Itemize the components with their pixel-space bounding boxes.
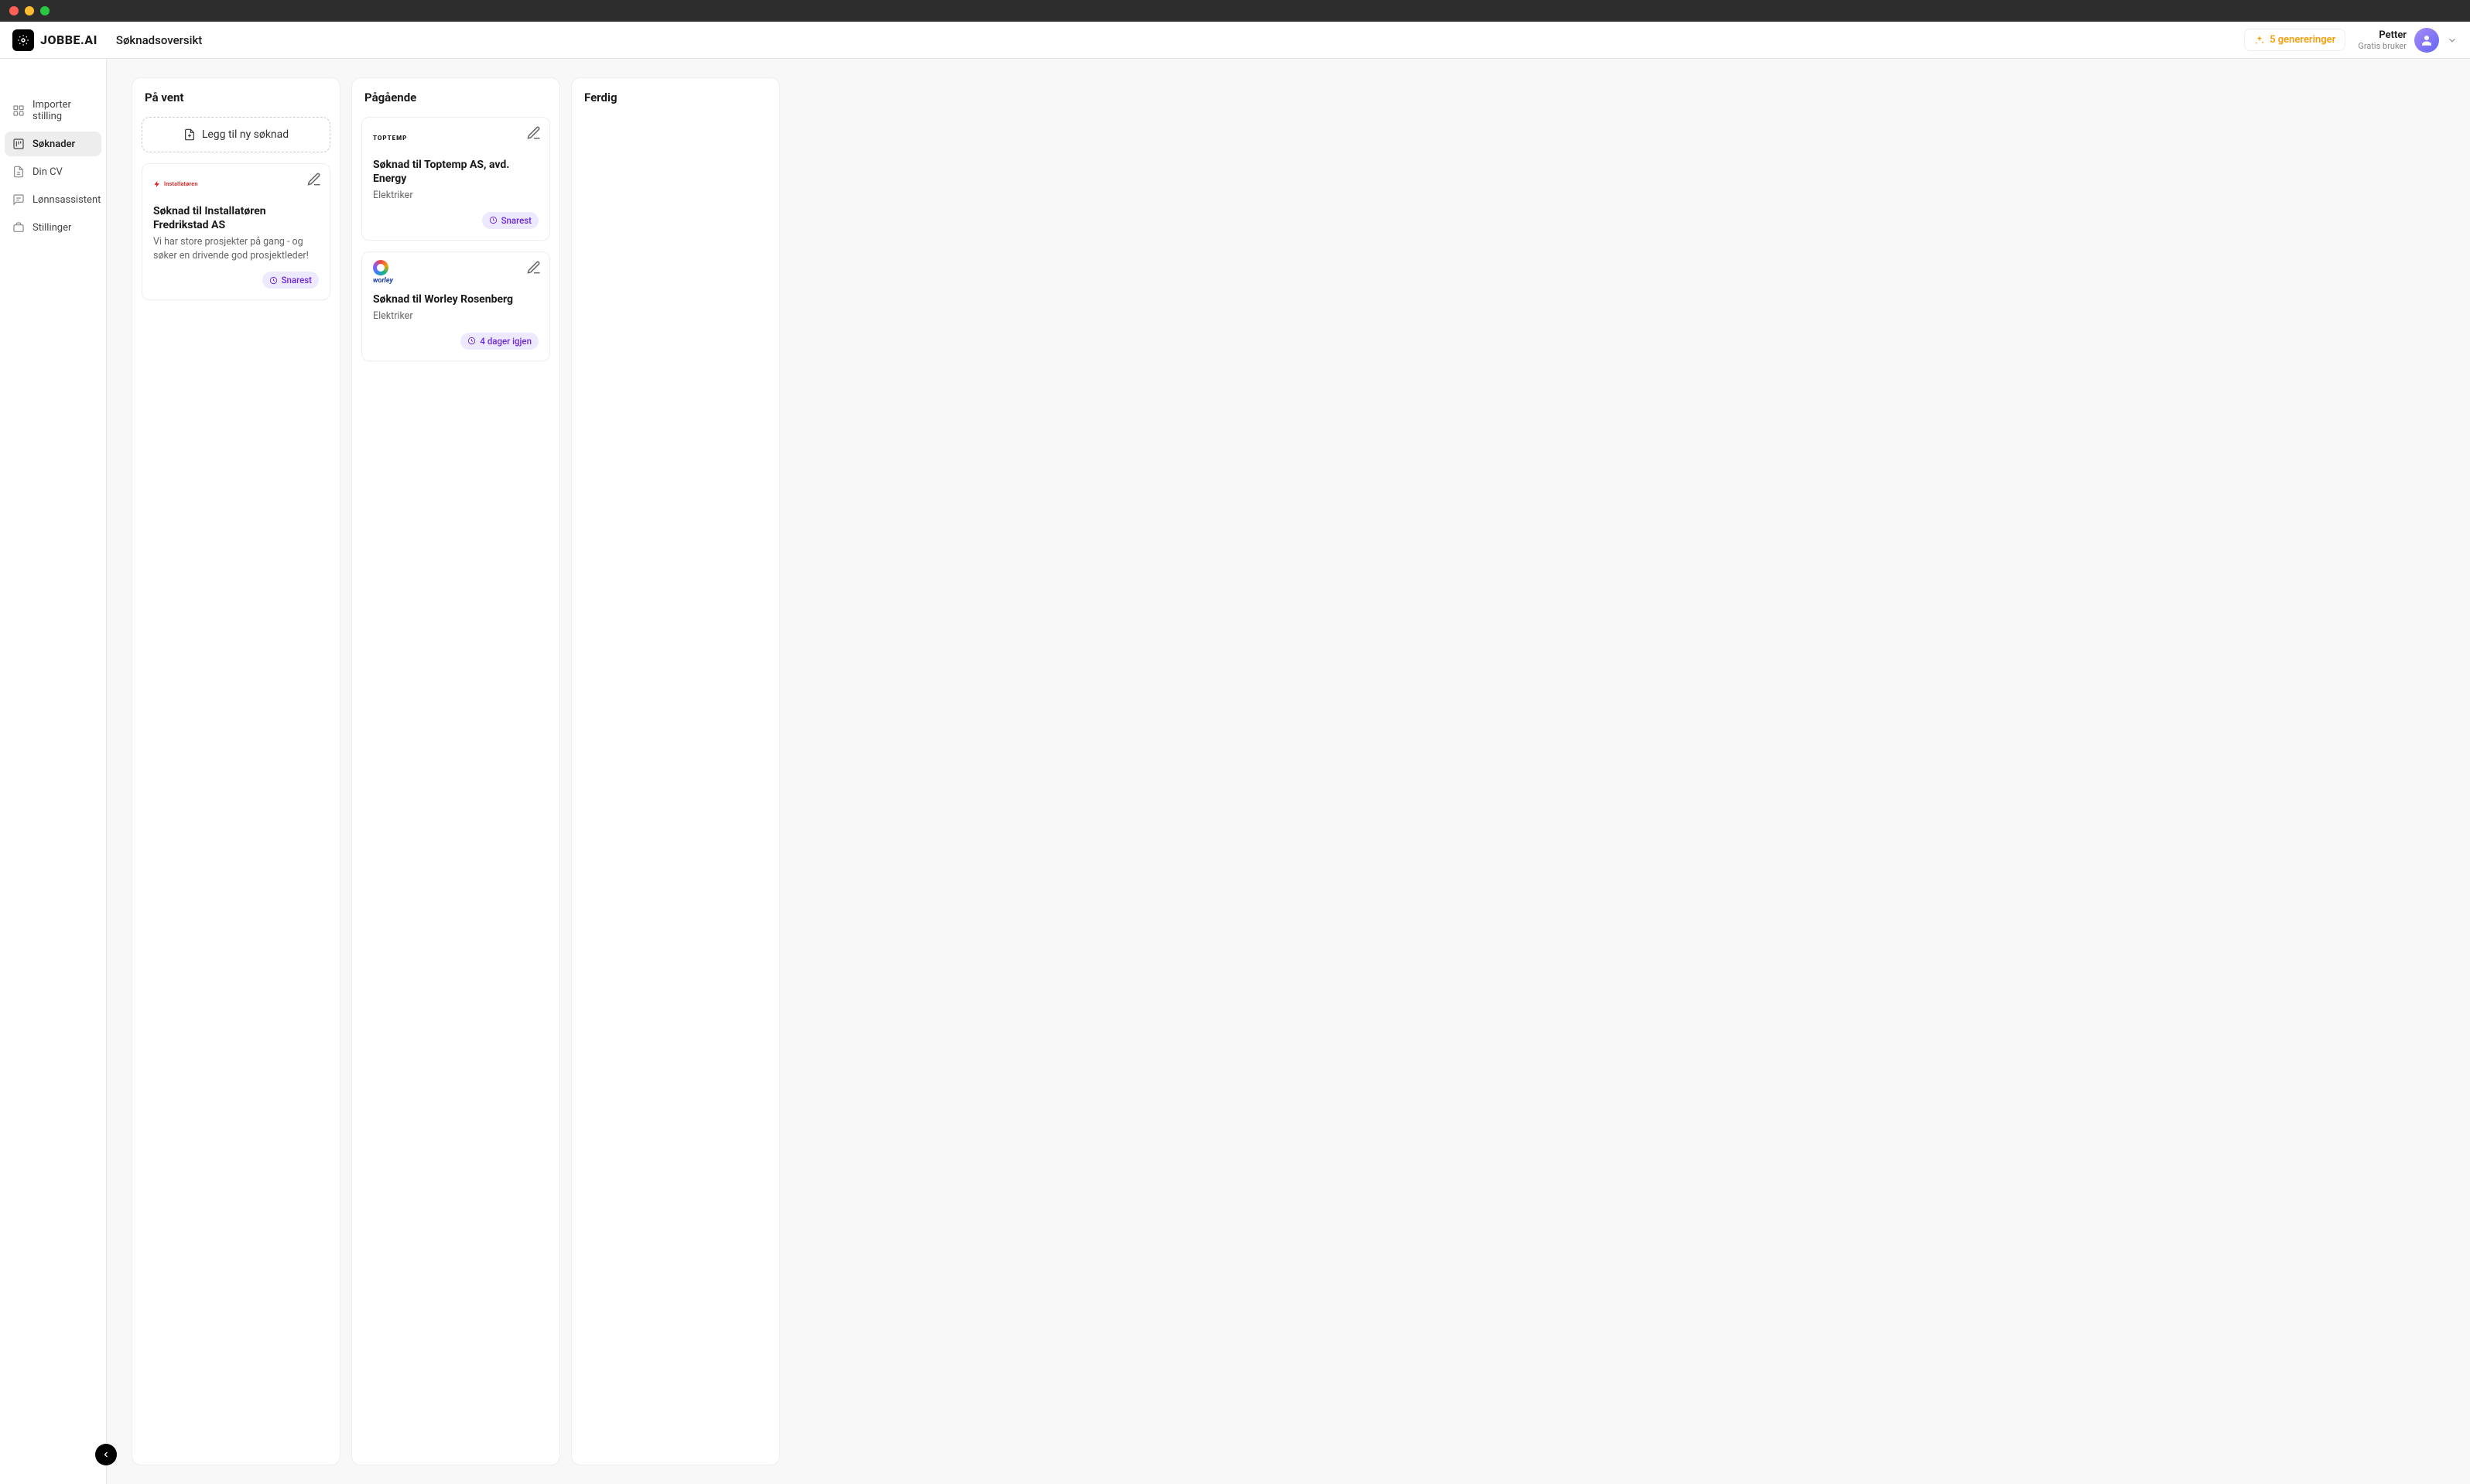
company-logo: TOPTEMP [373, 128, 539, 147]
sparkle-icon [2254, 35, 2265, 46]
add-application-button[interactable]: Legg til ny søknad [142, 117, 330, 152]
deadline-text: Snarest [501, 215, 532, 226]
collapse-sidebar-button[interactable] [95, 1444, 117, 1465]
application-card-worley[interactable]: worley Søknad til Worley Rosenberg Elektri… [361, 251, 550, 361]
window-minimize-button[interactable] [25, 6, 34, 15]
card-subtitle: Elektriker [373, 189, 539, 203]
edit-card-button[interactable] [526, 125, 542, 141]
chevron-down-icon [2447, 35, 2458, 46]
window-titlebar [0, 0, 2470, 22]
sidebar-item-label: Lønnsassistent [32, 194, 101, 206]
sidebar-item-label: Din CV [32, 166, 63, 178]
sidebar-item-listings[interactable]: Stillinger [5, 215, 101, 240]
sidebar: Importer stilling Søknader Din CV Lønnsassi… [0, 59, 107, 1484]
edit-icon [306, 172, 322, 187]
card-subtitle: Vi har store prosjekter på gang - og søk… [153, 235, 319, 262]
avatar [2414, 28, 2439, 53]
generations-label: 5 genereringer [2270, 34, 2335, 46]
card-title: Søknad til Worley Rosenberg [373, 292, 539, 306]
card-title: Søknad til Toptemp AS, avd. Energy [373, 158, 539, 186]
deadline-badge: Snarest [482, 212, 539, 229]
brand-logo-mark [12, 29, 34, 51]
brand-logo[interactable]: JOBBE.AI [12, 29, 98, 51]
application-card-installatoren[interactable]: Installatøren Søknad til Installatøren Fr… [142, 163, 330, 300]
sidebar-item-label: Stillinger [32, 222, 71, 234]
application-card-toptemp[interactable]: TOPTEMP Søknad til Toptemp AS, avd. Energ… [361, 117, 550, 241]
column-inprogress: Pågående TOPTEMP Søknad til Toptemp AS, av… [351, 77, 560, 1465]
clock-icon [489, 216, 498, 224]
card-subtitle: Elektriker [373, 309, 539, 323]
company-logo: worley [373, 263, 539, 282]
deadline-badge: Snarest [262, 272, 319, 289]
sidebar-item-applications[interactable]: Søknader [5, 132, 101, 156]
add-application-label: Legg til ny søknad [202, 128, 289, 141]
column-done: Ferdig [571, 77, 780, 1465]
column-title: På vent [142, 91, 330, 106]
app-header: JOBBE.AI Søknadsoversikt 5 genereringer … [0, 22, 2470, 59]
user-name: Petter [2358, 29, 2407, 41]
column-pending: På vent Legg til ny søknad Installatøren Sø… [132, 77, 340, 1465]
sidebar-item-label: Importer stilling [32, 99, 94, 122]
edit-card-button[interactable] [526, 260, 542, 275]
deadline-badge: 4 dager igjen [460, 333, 539, 350]
edit-icon [526, 125, 542, 141]
column-title: Pågående [361, 91, 550, 106]
brand-name: JOBBE.AI [40, 32, 98, 47]
edit-icon [526, 260, 542, 275]
window-close-button[interactable] [9, 6, 19, 15]
window-zoom-button[interactable] [40, 6, 50, 15]
page-title: Søknadsoversikt [116, 33, 202, 47]
generations-badge[interactable]: 5 genereringer [2244, 29, 2345, 51]
sidebar-item-cv[interactable]: Din CV [5, 159, 101, 184]
sidebar-item-import[interactable]: Importer stilling [5, 93, 101, 128]
clock-icon [269, 276, 278, 285]
column-title: Ferdig [581, 91, 770, 106]
deadline-text: Snarest [282, 275, 312, 286]
sidebar-item-label: Søknader [32, 138, 75, 150]
chevron-left-icon [101, 1450, 111, 1459]
company-logo: Installatøren [153, 175, 319, 193]
sidebar-item-salary[interactable]: Lønnsassistent [5, 187, 101, 212]
card-title: Søknad til Installatøren Fredrikstad AS [153, 204, 319, 232]
kanban-board: På vent Legg til ny søknad Installatøren Sø… [107, 59, 2470, 1484]
deadline-text: 4 dager igjen [480, 336, 532, 347]
user-tier: Gratis bruker [2358, 41, 2407, 51]
file-plus-icon [183, 128, 196, 141]
edit-card-button[interactable] [306, 172, 322, 187]
clock-icon [467, 337, 476, 345]
user-menu[interactable]: Petter Gratis bruker [2358, 28, 2458, 53]
